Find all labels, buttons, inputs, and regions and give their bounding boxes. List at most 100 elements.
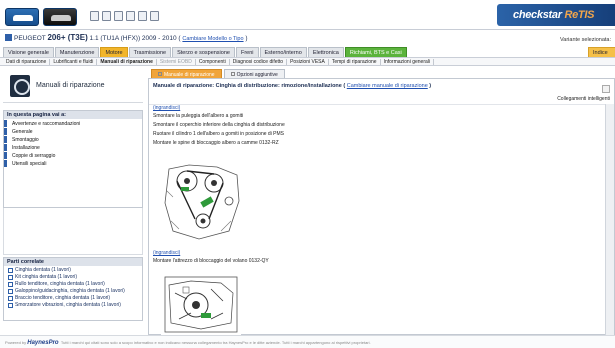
nav-item-avvertenze[interactable]: Avvertenze e raccomandazioni: [4, 120, 142, 127]
left-panel: Manuali di riparazione In questa pagina …: [3, 69, 143, 335]
checkbox-icon[interactable]: [8, 288, 13, 294]
related-item[interactable]: Cinghia dentata (1 lavori): [4, 267, 142, 273]
vehicle-title: PEUGEOT 206+ (T3E) 1.1 (TU1A (HFX)) 2009…: [5, 33, 248, 42]
manual-step: Smontare la puleggia dell'albero a gomit…: [153, 113, 244, 119]
related-item[interactable]: Smorzatore vibrazioni, cinghia dentata (…: [4, 302, 142, 308]
manual-icon: [10, 75, 30, 97]
in-page-title: In questa pagina vai a:: [4, 111, 142, 119]
related-parts: Parti correlate Cinghia dentata (1 lavor…: [3, 257, 143, 321]
tab-indice[interactable]: Indice: [588, 47, 615, 57]
content-body: Manuale di riparazione: Cinghia di distr…: [148, 78, 615, 335]
checkbox-icon[interactable]: [8, 302, 13, 308]
haynespro-logo[interactable]: HaynesPro: [27, 340, 58, 346]
variant-label: Variante selezionata:: [560, 37, 611, 43]
brand-part-b: star: [542, 9, 562, 21]
options-icon: [230, 72, 235, 76]
flag-icon: [5, 34, 12, 41]
brand-part-a: check: [513, 9, 543, 21]
tab-manutenzione[interactable]: Manutenzione: [54, 47, 100, 57]
manual-step: Montare le spine di bloccaggio albero a …: [153, 140, 279, 146]
manual-page-title: Manuale di riparazione: Cinghia di distr…: [153, 83, 432, 89]
edit-icon[interactable]: [138, 11, 147, 21]
tab-manuale[interactable]: Manuale di riparazione: [151, 69, 222, 78]
footer: Powered by HaynesPro Tutti i marchi qui …: [0, 335, 615, 348]
related-item-label: Braccio tenditore, cinghia dentata (1 la…: [15, 295, 111, 301]
tab-esterno-interno[interactable]: Esterno/interno: [259, 47, 307, 57]
doc-icon: [158, 72, 162, 76]
enlarge-row: (ingrandisci) Montare l'attrezzo di bloc…: [153, 250, 269, 265]
subtab-eobd[interactable]: Sistemi EOBD: [157, 58, 196, 65]
manual-page-title-text: Manuale di riparazione: Cinghia di distr…: [153, 83, 342, 89]
secondary-tabs: Dati di riparazione Lubrificanti e fluid…: [0, 57, 615, 66]
change-manual-link[interactable]: Cambiare manuale di riparazione: [347, 83, 428, 89]
related-title: Parti correlate: [4, 258, 142, 266]
nav-item-installazione[interactable]: Installazione: [4, 144, 142, 151]
tab-motore[interactable]: Motore: [100, 47, 128, 57]
tab-sterzo[interactable]: Sterzo e sospensione: [172, 47, 235, 57]
related-item[interactable]: Braccio tenditore, cinghia dentata (1 la…: [4, 295, 142, 301]
empty-box: [3, 208, 143, 255]
footer-powered: Powered by: [5, 340, 27, 345]
related-item[interactable]: Kit cinghia dentata (1 lavori): [4, 274, 142, 280]
subtab-dati[interactable]: Dati di riparazione: [3, 58, 51, 65]
smart-links-label[interactable]: Collegamenti intelligenti: [557, 96, 610, 102]
related-item[interactable]: Rullo tenditore, cinghia dentata (1 lavo…: [4, 281, 142, 287]
checkbox-icon[interactable]: [8, 267, 13, 273]
manual-header: Manuali di riparazione: [3, 69, 143, 103]
toolbar-icons: [90, 11, 159, 21]
grid-icon[interactable]: [90, 11, 99, 21]
tab-freni[interactable]: Freni: [235, 47, 259, 57]
vehicle-make: PEUGEOT: [14, 35, 46, 42]
tab-opzioni[interactable]: Opzioni aggiuntive: [223, 69, 285, 78]
flywheel-lock-figure[interactable]: [161, 273, 241, 335]
manual-title: Manuali di riparazione: [36, 82, 105, 89]
manual-step-after: Montare l'attrezzo di bloccaggio del vol…: [153, 258, 269, 264]
nav-item-coppie[interactable]: Coppie di serraggio: [4, 152, 142, 159]
related-item-label: Cinghia dentata (1 lavori): [15, 267, 71, 273]
subtab-lubrificanti[interactable]: Lubrificanti e fluidi: [50, 58, 98, 65]
tab-richiami[interactable]: Richiami, BTS e Casi: [344, 47, 407, 57]
footer-disclaimer: Tutti i marchi qui citati sono solo a sc…: [60, 340, 371, 345]
manual-content: (ingrandisci) Smontare la puleggia dell'…: [149, 104, 605, 335]
brand-part-c: ReTIS: [564, 9, 595, 21]
subtab-diagnosi[interactable]: Diagnosi codice difetto: [230, 58, 288, 65]
checkbox-icon[interactable]: [8, 274, 13, 280]
checkbox-icon[interactable]: [8, 281, 13, 287]
change-model-link[interactable]: Cambiare Modello o Tipo: [182, 36, 243, 42]
print-icon[interactable]: [126, 11, 135, 21]
manual-step: Smontare il coperchio inferiore della ci…: [153, 122, 285, 128]
related-item-label: Galoppino/guidacinghia, cinghia dentata …: [15, 288, 125, 294]
subtab-info[interactable]: Informazioni generali: [381, 58, 435, 65]
primary-tabs: Visione generale Manutenzione Motore Tra…: [3, 47, 615, 57]
car-logo-icon[interactable]: [5, 8, 39, 26]
save-icon[interactable]: [114, 11, 123, 21]
subtab-manuali[interactable]: Manuali di riparazione: [97, 58, 157, 65]
main-panel: Manuale di riparazione Opzioni aggiuntiv…: [148, 69, 615, 335]
timing-belt-figure[interactable]: [159, 161, 244, 243]
brand-logo: checkstar ReTIS: [497, 4, 615, 26]
subtab-componenti[interactable]: Componenti: [196, 58, 230, 65]
nav-item-smontaggio[interactable]: Smontaggio: [4, 136, 142, 143]
vehicle-engine: 1.1 (TU1A (HFX)) 2009 - 2010: [89, 35, 177, 42]
subtab-tempi[interactable]: Tempi di riparazione: [329, 58, 381, 65]
manual-step: Ruotare il cilindro 1 dell'albero a gomi…: [153, 131, 285, 137]
related-item-label: Rullo tenditore, cinghia dentata (1 lavo…: [15, 281, 105, 287]
vehicle-logo-icon[interactable]: [43, 8, 77, 26]
nav-item-utensili[interactable]: Utensili speciali: [4, 160, 142, 167]
content-tabs: Manuale di riparazione Opzioni aggiuntiv…: [148, 69, 615, 78]
content-scrollbar[interactable]: [605, 104, 614, 335]
related-item[interactable]: Galoppino/guidacinghia, cinghia dentata …: [4, 288, 142, 294]
in-page-nav: In questa pagina vai a: Avvertenze e rac…: [3, 110, 143, 208]
nav-item-generale[interactable]: Generale: [4, 128, 142, 135]
tab-elettronica[interactable]: Elettronica: [307, 47, 344, 57]
doc-icon[interactable]: [102, 11, 111, 21]
help-icon[interactable]: [150, 11, 159, 21]
related-item-label: Kit cinghia dentata (1 lavori): [15, 274, 77, 280]
vehicle-model: 206+ (T3E): [47, 33, 88, 42]
print-icon[interactable]: [602, 85, 610, 93]
checkbox-icon[interactable]: [8, 295, 13, 301]
subtab-vesa[interactable]: Posizioni VESA: [287, 58, 329, 65]
tab-visione-generale[interactable]: Visione generale: [3, 47, 54, 57]
related-item-label: Smorzatore vibrazioni, cinghia dentata (…: [15, 302, 121, 308]
tab-trasmissione[interactable]: Trasmissione: [128, 47, 172, 57]
